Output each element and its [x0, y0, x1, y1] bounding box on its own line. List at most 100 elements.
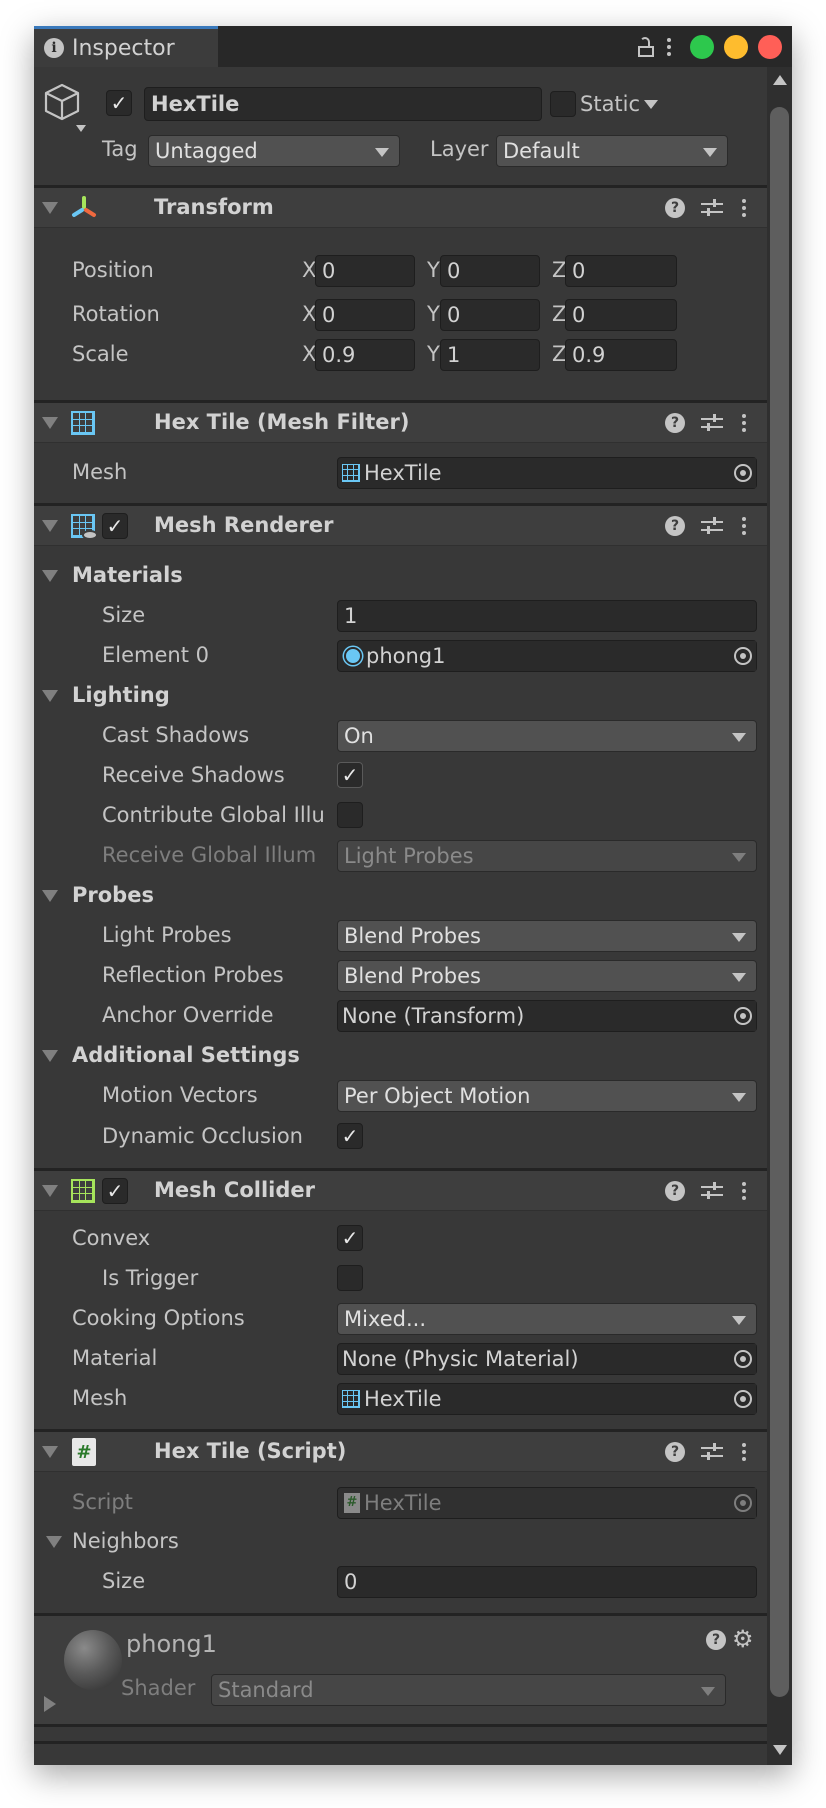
- inspector-window: i Inspector ✓ HexTile Static Tag Untagge…: [34, 26, 792, 1765]
- probes-label[interactable]: Probes: [72, 883, 154, 907]
- foldout-icon[interactable]: [42, 1185, 58, 1197]
- neighbors-foldout-icon[interactable]: [46, 1536, 62, 1548]
- light-probes-dropdown[interactable]: Blend Probes: [337, 920, 757, 952]
- component-menu-icon[interactable]: [739, 1443, 749, 1461]
- foldout-icon[interactable]: [42, 520, 58, 532]
- transform-rotation-y-field[interactable]: 0: [440, 299, 540, 331]
- presets-icon[interactable]: [701, 516, 723, 536]
- component-menu-icon[interactable]: [739, 199, 749, 217]
- dynamic-occlusion-checkbox[interactable]: ✓: [337, 1123, 363, 1149]
- object-picker-button[interactable]: [730, 458, 756, 488]
- reflection-probes-dropdown[interactable]: Blend Probes: [337, 960, 757, 992]
- collider-mesh-value: HexTile: [364, 1387, 442, 1411]
- chevron-down-icon: [644, 99, 659, 109]
- lighting-label[interactable]: Lighting: [72, 683, 170, 707]
- collider-material-field[interactable]: None (Physic Material): [337, 1343, 757, 1375]
- scroll-down-icon[interactable]: [773, 1745, 787, 1755]
- close-button[interactable]: [758, 34, 782, 59]
- chevron-down-icon: [732, 853, 746, 862]
- shader-dropdown[interactable]: Standard: [211, 1674, 726, 1706]
- help-icon[interactable]: ?: [665, 1181, 685, 1201]
- collider-mesh-field[interactable]: HexTile: [337, 1383, 757, 1415]
- help-icon[interactable]: ?: [665, 198, 685, 218]
- probes-foldout-icon[interactable]: [42, 890, 58, 902]
- gameobject-active-checkbox[interactable]: ✓: [106, 90, 132, 116]
- chevron-down-icon: [732, 1093, 746, 1102]
- foldout-icon[interactable]: [42, 417, 58, 429]
- neighbors-label[interactable]: Neighbors: [72, 1529, 179, 1553]
- receive-shadows-checkbox[interactable]: ✓: [337, 762, 363, 788]
- lighting-foldout-icon[interactable]: [42, 690, 58, 702]
- transform-scale-x-field[interactable]: 0.9: [315, 339, 415, 371]
- static-label: Static: [580, 92, 641, 116]
- static-dropdown[interactable]: Static: [580, 87, 659, 121]
- vertical-scrollbar[interactable]: [767, 67, 792, 1765]
- contribute-gi-checkbox[interactable]: [337, 802, 363, 828]
- help-icon[interactable]: ?: [665, 516, 685, 536]
- motion-vectors-dropdown[interactable]: Per Object Motion: [337, 1080, 757, 1112]
- more-options-icon[interactable]: [664, 37, 674, 56]
- foldout-icon[interactable]: [42, 1446, 58, 1458]
- presets-icon[interactable]: [701, 1442, 723, 1462]
- foldout-icon[interactable]: [42, 202, 58, 214]
- materials-foldout-icon[interactable]: [42, 570, 58, 582]
- mesh-renderer-enabled-checkbox[interactable]: ✓: [102, 513, 128, 539]
- static-checkbox[interactable]: [550, 91, 576, 117]
- gear-icon[interactable]: ⚙: [732, 1625, 754, 1653]
- mesh-collider-enabled-checkbox[interactable]: ✓: [102, 1178, 128, 1204]
- maximize-button[interactable]: [690, 34, 714, 59]
- transform-rotation-x-field[interactable]: 0: [315, 299, 415, 331]
- scrollbar-thumb[interactable]: [770, 107, 789, 1697]
- axis-label-y[interactable]: Y: [427, 342, 440, 366]
- layer-dropdown[interactable]: Default: [496, 135, 728, 167]
- tag-dropdown[interactable]: Untagged: [148, 135, 400, 167]
- help-icon[interactable]: ?: [665, 1442, 685, 1462]
- anchor-override-field[interactable]: None (Transform): [337, 1000, 757, 1032]
- presets-icon[interactable]: [701, 413, 723, 433]
- help-icon[interactable]: ?: [706, 1630, 726, 1650]
- materials-label[interactable]: Materials: [72, 563, 183, 587]
- transform-position-x-field[interactable]: 0: [315, 255, 415, 287]
- target-icon: [734, 1390, 752, 1408]
- mesh-collider-header[interactable]: ✓ Mesh Collider ?: [34, 1171, 767, 1211]
- mesh-filter-header[interactable]: Hex Tile (Mesh Filter) ?: [34, 403, 767, 443]
- presets-icon[interactable]: [701, 1181, 723, 1201]
- transform-position-z-field[interactable]: 0: [565, 255, 677, 287]
- cast-shadows-dropdown[interactable]: On: [337, 720, 757, 752]
- object-picker-button[interactable]: [730, 1384, 756, 1414]
- minimize-button[interactable]: [724, 34, 748, 59]
- help-icon[interactable]: ?: [665, 413, 685, 433]
- additional-settings-label[interactable]: Additional Settings: [72, 1043, 300, 1067]
- component-menu-icon[interactable]: [739, 517, 749, 535]
- component-menu-icon[interactable]: [739, 414, 749, 432]
- transform-scale-y-field[interactable]: 1: [440, 339, 540, 371]
- script-header[interactable]: # Hex Tile (Script) ?: [34, 1432, 767, 1472]
- cooking-options-dropdown[interactable]: Mixed...: [337, 1303, 757, 1335]
- transform-header[interactable]: Transform ?: [34, 188, 767, 228]
- mesh-renderer-header[interactable]: ✓ Mesh Renderer ?: [34, 506, 767, 546]
- component-menu-icon[interactable]: [739, 1182, 749, 1200]
- transform-scale-z-field[interactable]: 0.9: [565, 339, 677, 371]
- presets-icon[interactable]: [701, 198, 723, 218]
- element0-object-field[interactable]: phong1: [337, 640, 757, 672]
- axis-label-y[interactable]: Y: [427, 302, 440, 326]
- mesh-object-field[interactable]: HexTile: [337, 457, 757, 489]
- material-foldout-icon[interactable]: [44, 1696, 56, 1712]
- axis-label-y[interactable]: Y: [427, 258, 440, 282]
- materials-size-field[interactable]: 1: [337, 600, 757, 632]
- convex-checkbox[interactable]: ✓: [337, 1225, 363, 1251]
- material-preview-sphere[interactable]: [64, 1630, 122, 1690]
- transform-position-y-field[interactable]: 0: [440, 255, 540, 287]
- scroll-up-icon[interactable]: [773, 75, 787, 85]
- tab-inspector[interactable]: i Inspector: [34, 26, 218, 67]
- transform-rotation-z-field[interactable]: 0: [565, 299, 677, 331]
- gameobject-icon[interactable]: [42, 81, 86, 135]
- lock-icon[interactable]: [638, 35, 654, 59]
- gameobject-name-field[interactable]: HexTile: [144, 87, 542, 121]
- additional-settings-foldout-icon[interactable]: [42, 1050, 58, 1062]
- object-picker-button[interactable]: [730, 641, 756, 671]
- is-trigger-checkbox[interactable]: [337, 1265, 363, 1291]
- object-picker-button[interactable]: [730, 1344, 756, 1374]
- object-picker-button[interactable]: [730, 1001, 756, 1031]
- neighbors-size-field[interactable]: 0: [337, 1566, 757, 1598]
